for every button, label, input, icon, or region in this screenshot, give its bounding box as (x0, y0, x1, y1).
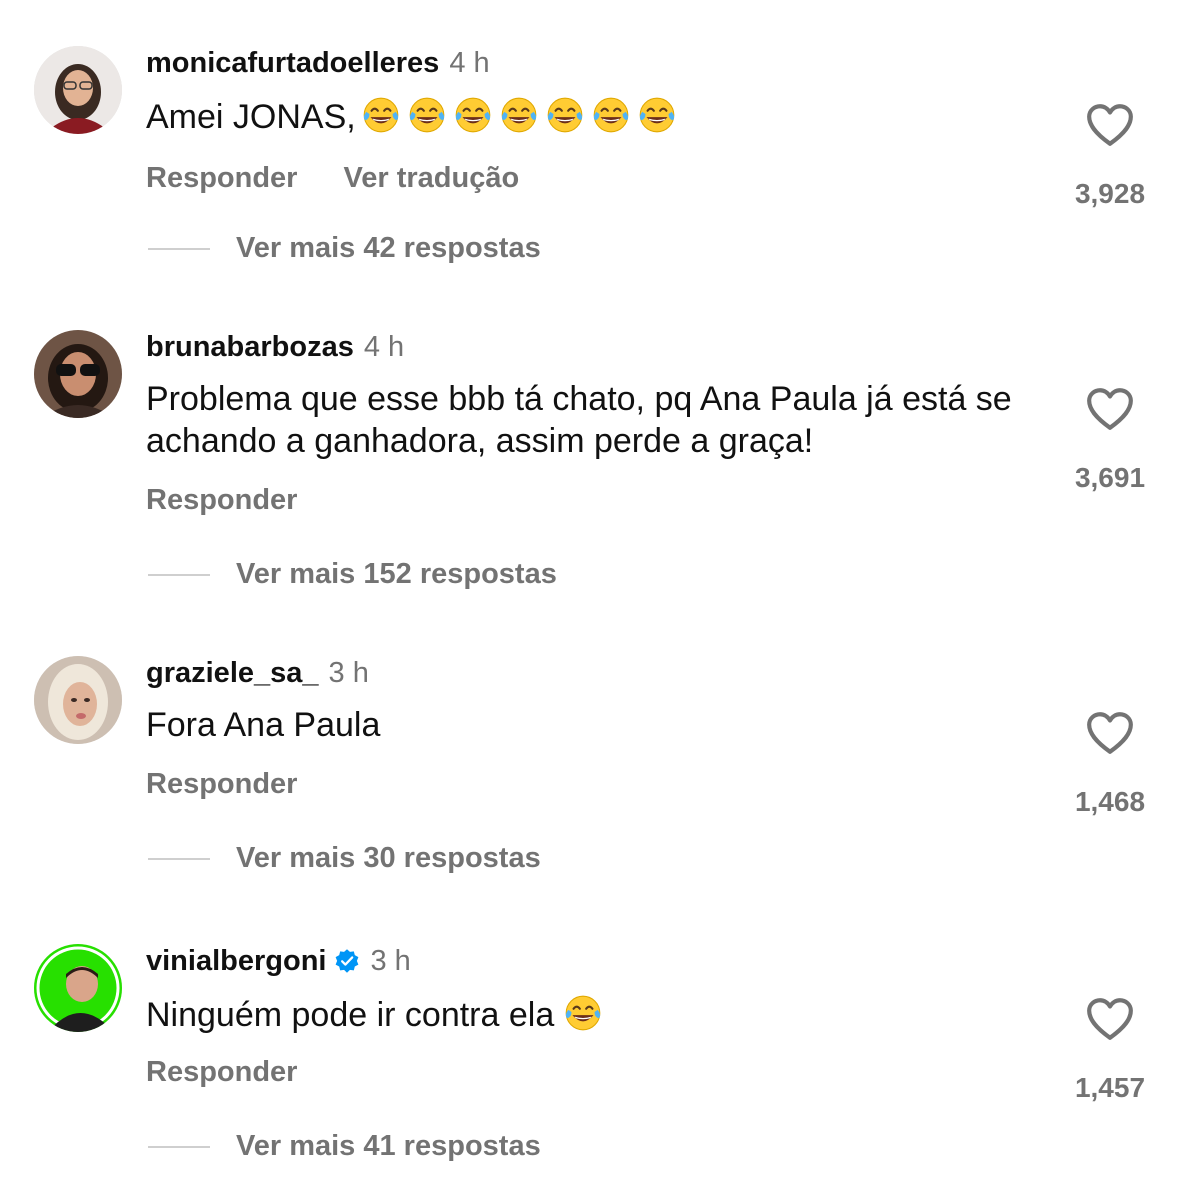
reply-button[interactable]: Responder (146, 162, 297, 195)
view-more-replies-button[interactable]: Ver mais 30 respostas (236, 842, 541, 875)
view-replies[interactable]: Ver mais 41 respostas (148, 1130, 541, 1163)
username[interactable]: vinialbergoni (146, 945, 326, 978)
replies-divider (148, 857, 210, 860)
translate-button[interactable]: Ver tradução (343, 162, 519, 195)
heart-outline-icon[interactable] (1085, 102, 1135, 148)
timestamp: 3 h (328, 656, 369, 689)
emoji-group (356, 97, 678, 136)
comment-body: Amei JONAS, (146, 98, 356, 136)
view-more-replies-button[interactable]: Ver mais 41 respostas (236, 1130, 541, 1163)
comment-actions: Responder (146, 1056, 297, 1089)
replies-divider (148, 247, 210, 250)
comment-header: graziele_sa_ 3 h (146, 656, 369, 690)
tears-of-joy-emoji (565, 995, 601, 1031)
replies-divider (148, 573, 210, 576)
comment-actions: Responder Ver tradução (146, 162, 519, 195)
comment-header: brunabarbozas 4 h (146, 330, 404, 364)
like-section: 3,928 (1060, 102, 1160, 210)
view-more-replies-button[interactable]: Ver mais 42 respostas (236, 232, 541, 265)
comment-header: vinialbergoni 3 h (146, 944, 411, 978)
tears-of-joy-emoji (501, 97, 537, 133)
view-more-replies-button[interactable]: Ver mais 152 respostas (236, 558, 557, 591)
timestamp: 4 h (363, 330, 405, 363)
comment-body: Ninguém pode ir contra ela (146, 996, 555, 1034)
tears-of-joy-emoji (593, 97, 629, 133)
tears-of-joy-emoji (409, 97, 445, 133)
comment-text: Fora Ana Paula (146, 704, 1026, 746)
username[interactable]: graziele_sa_ (146, 657, 319, 690)
comment-header: monicafurtadoelleres 4 h (146, 46, 490, 80)
like-count: 1,457 (1074, 1072, 1146, 1103)
avatar[interactable] (34, 656, 122, 744)
tears-of-joy-emoji (547, 97, 583, 133)
heart-outline-icon[interactable] (1085, 996, 1135, 1042)
timestamp: 3 h (370, 944, 411, 977)
tears-of-joy-emoji (363, 97, 399, 133)
like-count: 1,468 (1074, 786, 1146, 817)
reply-button[interactable]: Responder (146, 1056, 297, 1089)
comment-text: Ninguém pode ir contra ela (146, 992, 1026, 1036)
comment-actions: Responder (146, 484, 297, 517)
heart-outline-icon[interactable] (1085, 386, 1135, 432)
tears-of-joy-emoji (455, 97, 491, 133)
verified-badge-icon (336, 949, 359, 973)
like-section: 1,457 (1060, 996, 1160, 1104)
like-section: 1,468 (1060, 710, 1160, 818)
view-replies[interactable]: Ver mais 42 respostas (148, 232, 541, 265)
heart-outline-icon[interactable] (1085, 710, 1135, 756)
comment-text: Amei JONAS, (146, 94, 1026, 138)
tears-of-joy-emoji (639, 97, 675, 133)
replies-divider (148, 1145, 210, 1148)
reply-button[interactable]: Responder (146, 768, 297, 801)
comment-actions: Responder (146, 768, 297, 801)
avatar[interactable] (34, 944, 122, 1032)
view-replies[interactable]: Ver mais 152 respostas (148, 558, 557, 591)
view-replies[interactable]: Ver mais 30 respostas (148, 842, 541, 875)
emoji-group (558, 995, 604, 1034)
comment-text: Problema que esse bbb tá chato, pq Ana P… (146, 378, 1026, 462)
comment-body: Fora Ana Paula (146, 706, 381, 744)
username[interactable]: brunabarbozas (146, 331, 354, 364)
avatar[interactable] (34, 330, 122, 418)
comment-body: Problema que esse bbb tá chato, pq Ana P… (146, 380, 1012, 460)
reply-button[interactable]: Responder (146, 484, 297, 517)
like-count: 3,691 (1074, 462, 1146, 493)
like-section: 3,691 (1060, 386, 1160, 494)
username[interactable]: monicafurtadoelleres (146, 47, 439, 80)
avatar[interactable] (34, 46, 122, 134)
like-count: 3,928 (1074, 178, 1146, 209)
timestamp: 4 h (449, 46, 490, 79)
